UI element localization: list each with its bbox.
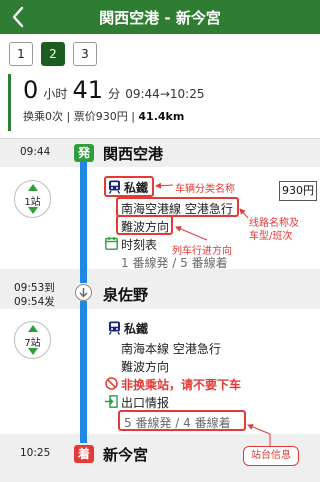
segment-2-stop-count: 7站 <box>24 338 41 349</box>
train-icon <box>108 321 121 335</box>
header-bar: 関西空港 - 新今宮 <box>0 0 320 34</box>
no-transfer-warning: 非换乘站，请不要下车 <box>121 378 242 392</box>
no-entry-icon <box>105 377 118 390</box>
platform-highlight <box>118 410 246 431</box>
annotation-category: 车辆分类名称 <box>175 184 235 195</box>
hours-unit: 小时 <box>43 87 68 101</box>
segment-2-line-name[interactable]: 南海本線 空港急行 <box>121 340 221 357</box>
duration-minutes: 41 <box>72 76 104 104</box>
arrive-time: 10:25 <box>169 87 205 101</box>
origin-station-name[interactable]: 関西空港 <box>103 143 163 164</box>
route-tab-1[interactable]: 1 <box>9 42 33 66</box>
depart-badge: 発 <box>74 144 94 162</box>
segment-1-stops-toggle[interactable]: 1站 <box>14 180 51 218</box>
origin-time: 09:44 <box>20 146 51 158</box>
time-arrow: → <box>159 87 170 101</box>
direction-highlight <box>116 215 173 235</box>
total-fare: 票价930円 <box>73 110 128 123</box>
route-tab-3[interactable]: 3 <box>73 42 97 66</box>
arrow-down-icon <box>79 288 88 298</box>
route-line-segment-2 <box>80 301 87 443</box>
duration-hours: 0 <box>23 76 39 104</box>
segment-2-stops-toggle[interactable]: 7站 <box>14 321 51 359</box>
minutes-unit: 分 <box>108 87 121 101</box>
depart-time: 09:44 <box>125 87 160 101</box>
annotation-direction: 列车行进方向 <box>172 246 232 257</box>
timetable-link[interactable]: 时刻表 <box>121 236 157 253</box>
transfer-count: 换乘0次 <box>23 110 63 123</box>
chevron-down-icon <box>28 207 38 214</box>
segment-2-category: 私鐵 <box>124 322 149 336</box>
duration-row: 0 小时 41 分 09:44→10:25 <box>23 76 204 106</box>
dest-station-name[interactable]: 新今宮 <box>103 444 148 465</box>
line-name-highlight <box>116 197 239 217</box>
route-tab-2[interactable]: 2 <box>41 42 65 66</box>
chevron-up-icon <box>28 325 38 332</box>
total-distance: 41.4km <box>138 110 185 123</box>
category-highlight <box>104 176 154 197</box>
exit-info-link[interactable]: 出口情报 <box>121 394 169 411</box>
timetable-icon <box>105 237 118 250</box>
page-title: 関西空港 - 新今宮 <box>99 9 221 27</box>
annotation-platform: 站台信息 <box>243 446 299 466</box>
separator: | <box>127 110 139 123</box>
annotation-line-name-2: 车型/班次 <box>249 231 293 242</box>
dest-time: 10:25 <box>20 447 51 459</box>
segment-1-fare: 930円 <box>279 181 317 201</box>
route-summary: 0 小时 41 分 09:44→10:25 换乘0次 | 票价930円 | 41… <box>8 74 312 131</box>
transfer-node <box>75 284 92 301</box>
chevron-down-icon <box>28 348 38 355</box>
separator: | <box>63 110 74 123</box>
arrive-badge: 着 <box>74 445 94 463</box>
segment-2-direction: 難波方向 <box>121 360 170 374</box>
summary-details: 换乘0次 | 票价930円 | 41.4km <box>23 108 184 124</box>
chevron-up-icon <box>28 184 38 191</box>
middle-arrival-time: 09:53到 <box>14 282 55 294</box>
middle-station-name[interactable]: 泉佐野 <box>103 284 148 305</box>
route-line-segment-1 <box>80 158 87 283</box>
middle-departure-time: 09:54发 <box>14 296 55 308</box>
segment-1-stop-count: 1站 <box>24 197 41 208</box>
exit-icon <box>105 395 118 408</box>
